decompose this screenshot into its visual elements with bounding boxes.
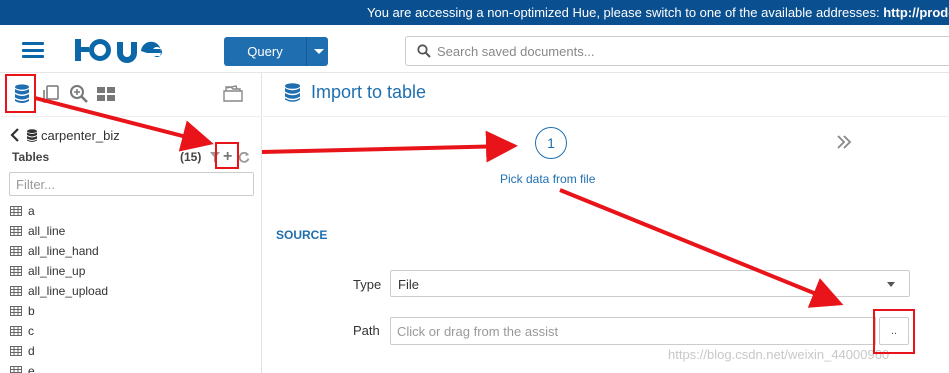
folder-icon[interactable] [222,83,244,105]
type-select-value: File [398,277,419,292]
table-icon [10,306,22,316]
database-name: carpenter_biz [41,127,120,143]
type-select[interactable]: File [390,270,910,297]
table-icon [10,366,22,373]
importer-main: Import to table 1 Pick data from file SO… [263,73,949,373]
add-table-icon[interactable]: + [223,149,232,165]
table-icon [10,346,22,356]
table-name: all_line [28,224,66,238]
table-row[interactable]: all_line_up [10,261,250,281]
table-name: all_line_upload [28,284,109,298]
table-icon [10,246,22,256]
hue-logo[interactable] [75,36,165,64]
table-name: all_line_hand [28,244,99,258]
browse-button[interactable]: .. [879,317,909,345]
table-name: all_line_up [28,264,86,278]
assist-panel: carpenter_biz Tables (15) + a all_lineall… [0,73,262,373]
tables-label: Tables [12,150,50,164]
table-name: d [28,344,35,358]
table-row[interactable]: all_line_hand [10,241,250,261]
path-input[interactable] [390,317,876,345]
banner-message: You are accessing a non-optimized Hue, p… [367,0,949,25]
database-icon [285,83,300,102]
database-icon[interactable] [11,83,33,105]
query-button-label: Query [247,44,283,59]
watermark: https://blog.csdn.net/weixin_44000960 [668,347,890,362]
table-row[interactable]: c [10,321,250,341]
search-input[interactable] [437,41,917,61]
step-indicator[interactable]: 1 [535,127,567,159]
table-name: c [28,324,34,338]
page-title: Import to table [311,82,427,102]
table-name: a [28,204,35,218]
documents-icon[interactable] [40,83,62,105]
path-label: Path [353,323,380,338]
database-icon [27,128,37,142]
query-button[interactable]: Query [224,37,328,66]
filter-icon[interactable] [210,152,220,163]
top-navbar: Query [0,25,949,73]
type-label: Type [353,277,382,292]
search-box [405,36,949,66]
table-row[interactable]: all_line_upload [10,281,250,301]
assist-icon-bar [0,73,262,117]
double-chevron-right-icon[interactable] [836,135,852,149]
search-icon[interactable] [68,83,90,105]
tables-list: a all_line all_line_hand all_line_up all_lin… [10,201,250,373]
search-icon [417,44,431,58]
section-title: SOURCE [276,228,328,242]
table-row[interactable]: all_line [10,221,250,241]
table-row[interactable]: d [10,341,250,361]
database-breadcrumb[interactable]: carpenter_biz [10,126,120,144]
tables-filter-input[interactable] [9,172,254,196]
table-row[interactable]: e [10,361,250,373]
table-row[interactable]: a [10,201,250,221]
table-icon [10,206,22,216]
table-name: b [28,304,35,318]
step-label[interactable]: Pick data from file [500,172,595,186]
table-name: e [28,364,35,373]
grid-icon[interactable] [95,83,117,105]
table-icon [10,286,22,296]
table-icon [10,266,22,276]
banner-address-link[interactable]: http://prod-bigd [883,5,949,20]
hamburger-icon[interactable] [22,42,44,58]
non-optimized-banner: You are accessing a non-optimized Hue, p… [0,0,949,25]
table-row[interactable]: b [10,301,250,321]
tables-header: Tables (15) + [12,149,252,166]
refresh-icon[interactable] [238,151,250,163]
table-icon [10,226,22,236]
tables-count: (15) [180,150,202,164]
chevron-left-icon[interactable] [10,128,20,142]
query-dropdown-caret-icon[interactable] [314,49,324,54]
main-header: Import to table [263,73,949,117]
table-icon [10,326,22,336]
chevron-down-icon [887,282,895,287]
